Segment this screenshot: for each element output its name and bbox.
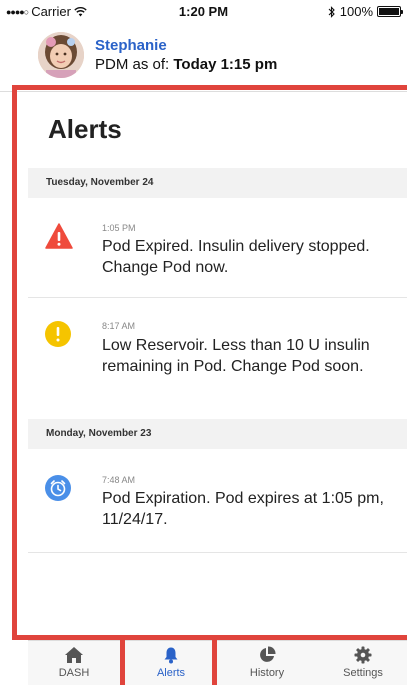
user-name[interactable]: Stephanie xyxy=(95,37,167,54)
pdm-value: Today 1:15 pm xyxy=(173,56,278,73)
tab-bar: DASH Alerts History Settings xyxy=(28,640,407,685)
alert-message: Low Reservoir. Less than 10 U insulin re… xyxy=(102,337,370,375)
avatar[interactable] xyxy=(38,32,84,78)
alert-time: 7:48 AM xyxy=(102,475,136,485)
alert-message: Pod Expired. Insulin delivery stopped. C… xyxy=(102,238,370,276)
section-date-header: Monday, November 23 xyxy=(28,419,407,449)
highlight-frame xyxy=(120,640,125,685)
pdm-label: PDM as of: xyxy=(95,56,170,73)
tab-settings[interactable]: Settings xyxy=(317,641,407,685)
alert-item-pod-expiration[interactable]: 7:48 AM Pod Expiration. Pod expires at 1… xyxy=(28,449,407,553)
alert-time: 1:05 PM xyxy=(102,223,136,233)
alert-item-pod-expired[interactable]: 1:05 PM Pod Expired. Insulin delivery st… xyxy=(28,198,407,298)
tab-label: Alerts xyxy=(156,667,186,679)
alert-item-low-reservoir[interactable]: 8:17 AM Low Reservoir. Less than 10 U in… xyxy=(28,298,407,412)
pie-chart-icon xyxy=(260,646,276,662)
alert-message: Pod Expiration. Pod expires at 1:05 pm, … xyxy=(102,490,384,528)
tab-label: Settings xyxy=(343,667,383,679)
exclamation-circle-icon xyxy=(45,321,71,347)
tab-label: DASH xyxy=(58,667,90,679)
tab-dash[interactable]: DASH xyxy=(28,641,120,685)
tab-label: History xyxy=(249,667,285,679)
alert-time: 8:17 AM xyxy=(102,321,136,331)
page-title: Alerts xyxy=(48,114,122,144)
section-date-header: Tuesday, November 24 xyxy=(28,168,407,198)
gear-icon xyxy=(354,646,372,664)
highlight-frame xyxy=(212,635,407,640)
user-header: Stephanie PDM as of: Today 1:15 pm xyxy=(0,26,407,84)
status-right: 100% xyxy=(328,4,403,19)
alerts-screen: Alerts Tuesday, November 24 1:05 PM Pod … xyxy=(28,92,407,637)
tab-history[interactable]: History xyxy=(221,641,313,685)
battery-icon xyxy=(377,6,403,17)
highlight-frame xyxy=(212,640,217,685)
pdm-status: PDM as of: Today 1:15 pm xyxy=(95,56,277,73)
tab-alerts[interactable]: Alerts xyxy=(125,641,217,685)
home-icon xyxy=(65,647,83,663)
battery-percent: 100% xyxy=(339,4,373,19)
warning-triangle-icon xyxy=(45,223,73,249)
bluetooth-icon xyxy=(328,5,335,18)
bell-icon xyxy=(164,647,178,664)
alarm-clock-icon xyxy=(45,475,71,501)
status-bar: ●●●●○ Carrier 1:20 PM 100% xyxy=(0,0,407,22)
